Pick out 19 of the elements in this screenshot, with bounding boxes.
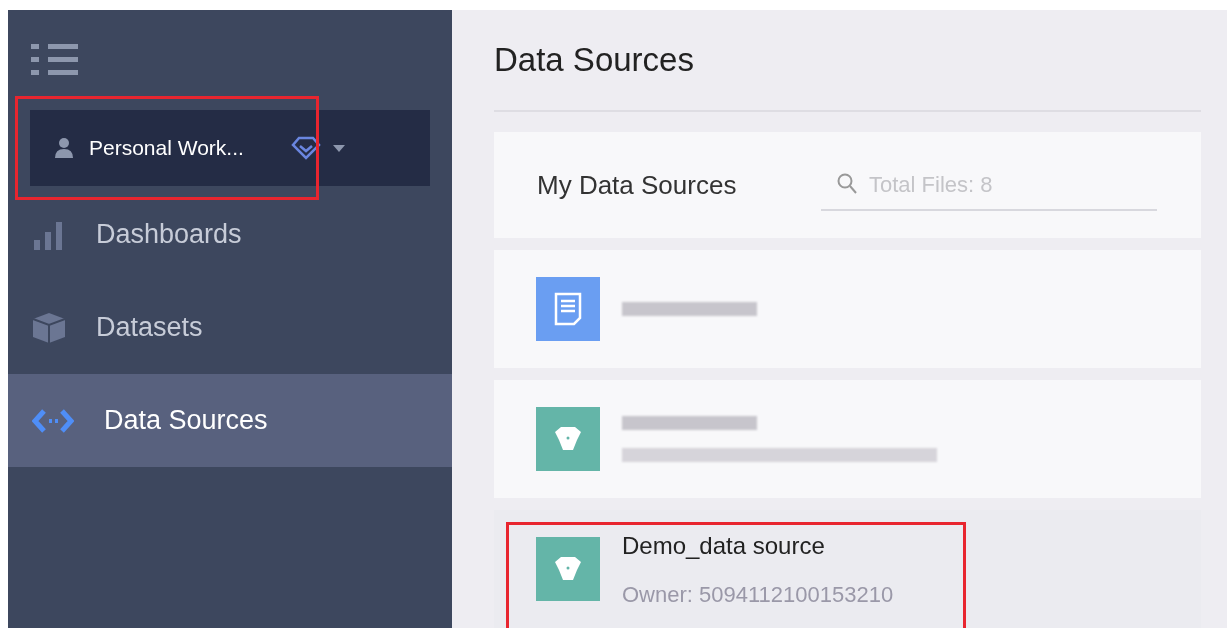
cube-icon bbox=[32, 311, 66, 344]
source-owner: Owner: 5094112100153210 bbox=[622, 580, 894, 609]
diamond-icon[interactable] bbox=[290, 136, 321, 160]
document-icon bbox=[536, 277, 600, 341]
code-arrows-icon bbox=[32, 407, 74, 434]
database-icon bbox=[536, 407, 600, 471]
nav-item[interactable]: Data Sources bbox=[8, 374, 452, 467]
caret-icon[interactable] bbox=[332, 144, 345, 152]
data-source-card[interactable] bbox=[494, 250, 1201, 368]
user-icon bbox=[55, 138, 73, 158]
database-icon bbox=[536, 537, 600, 601]
menu-icon[interactable] bbox=[31, 43, 79, 77]
data-source-card[interactable] bbox=[494, 380, 1201, 498]
search-icon bbox=[837, 173, 857, 195]
nav-item[interactable]: Datasets bbox=[8, 281, 452, 374]
page-title: Data Sources bbox=[494, 40, 694, 81]
section-title: My Data Sources bbox=[537, 168, 738, 202]
nav-item[interactable]: Dashboards bbox=[8, 188, 452, 281]
source-name: Demo_data source bbox=[622, 530, 826, 561]
